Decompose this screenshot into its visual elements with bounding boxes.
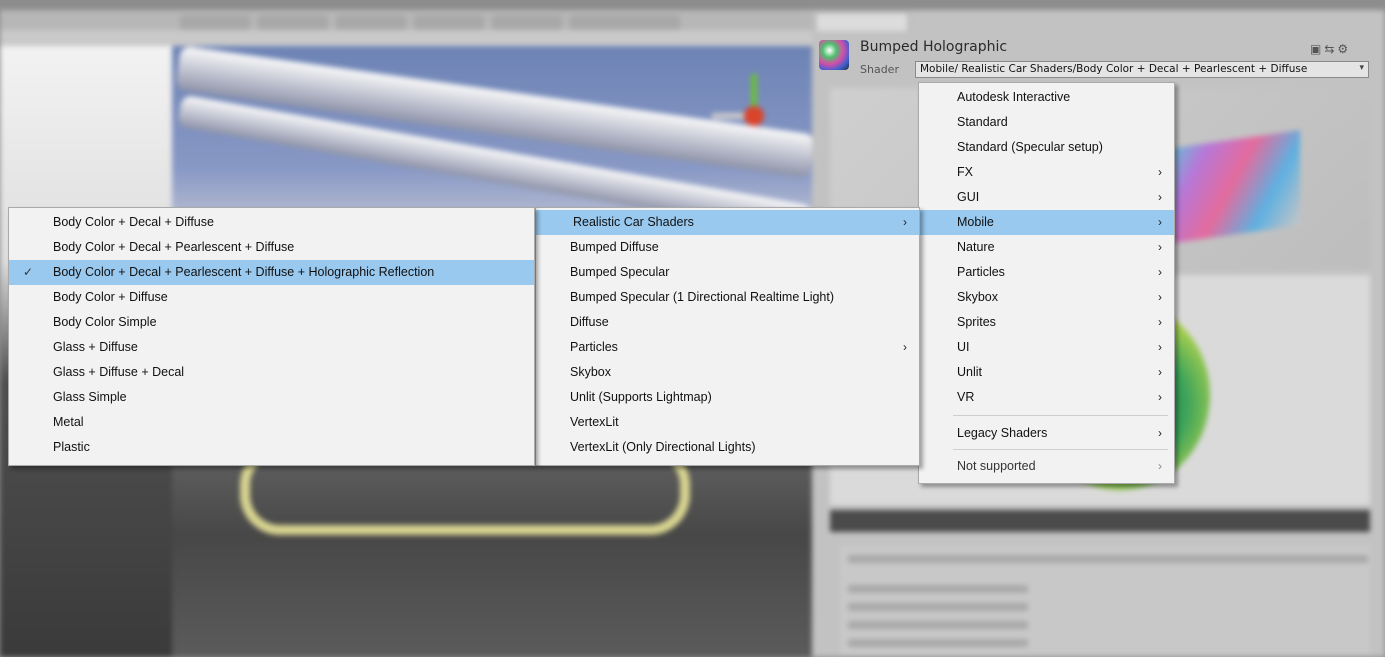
- shader-label: Shader: [860, 63, 899, 76]
- chevron-right-icon: ›: [1158, 165, 1162, 179]
- shader-dropdown[interactable]: Mobile/ Realistic Car Shaders/Body Color…: [915, 61, 1369, 78]
- chevron-down-icon: ▾: [1359, 63, 1364, 73]
- menu-item-standard-specular[interactable]: Standard (Specular setup): [919, 135, 1174, 160]
- chevron-right-icon: ›: [1158, 265, 1162, 279]
- shader-dropdown-value: Mobile/ Realistic Car Shaders/Body Color…: [920, 63, 1308, 75]
- menu-item-glass-simple[interactable]: Glass Simple: [9, 385, 534, 410]
- menu-item-not-supported[interactable]: Not supported ›: [919, 454, 1174, 479]
- menu-item-body-diffuse[interactable]: Body Color + Diffuse: [9, 285, 534, 310]
- scene-gizmo[interactable]: [744, 106, 764, 126]
- menu-item-nature[interactable]: Nature ›: [919, 235, 1174, 260]
- menu-item-legacy-shaders[interactable]: Legacy Shaders ›: [919, 421, 1174, 446]
- chevron-right-icon: ›: [1158, 215, 1162, 229]
- menu-item-plastic[interactable]: Plastic: [9, 435, 534, 460]
- material-properties: [840, 545, 1370, 655]
- chevron-right-icon: ›: [1158, 426, 1162, 440]
- menu-item-fx[interactable]: FX ›: [919, 160, 1174, 185]
- chevron-right-icon: ›: [1158, 315, 1162, 329]
- material-name: Bumped Holographic: [860, 39, 1008, 55]
- chevron-right-icon: ›: [1158, 340, 1162, 354]
- chevron-right-icon: ›: [1158, 459, 1162, 473]
- inspector-header-icons[interactable]: ▣⇆⚙: [1310, 42, 1351, 56]
- menu-item-body-decal-diffuse[interactable]: Body Color + Decal + Diffuse: [9, 210, 534, 235]
- chevron-right-icon: ›: [903, 215, 907, 229]
- preview-toolbar: [830, 510, 1370, 532]
- chevron-right-icon: ›: [1158, 190, 1162, 204]
- holographic-swatch: [1160, 130, 1300, 245]
- menu-item-bumped-specular-1dir[interactable]: Bumped Specular (1 Directional Realtime …: [536, 285, 919, 310]
- menu-item-skybox[interactable]: Skybox: [536, 360, 919, 385]
- menu-item-standard[interactable]: Standard: [919, 110, 1174, 135]
- preset-icon[interactable]: ⇆: [1324, 42, 1337, 56]
- menu-separator: [953, 449, 1168, 450]
- help-icon[interactable]: ▣: [1310, 42, 1324, 56]
- menu-separator: [953, 415, 1168, 416]
- chevron-right-icon: ›: [903, 340, 907, 354]
- material-icon: [819, 40, 849, 70]
- menu-item-mobile[interactable]: Mobile ›: [919, 210, 1174, 235]
- menu-item-gui[interactable]: GUI ›: [919, 185, 1174, 210]
- menu-item-body-decal-pearlescent-diffuse[interactable]: Body Color + Decal + Pearlescent + Diffu…: [9, 235, 534, 260]
- menu-item-body-simple[interactable]: Body Color Simple: [9, 310, 534, 335]
- menu-item-body-decal-pearlescent-holographic[interactable]: ✓ Body Color + Decal + Pearlescent + Diff…: [9, 260, 534, 285]
- menu-item-metal[interactable]: Metal: [9, 410, 534, 435]
- menu-item-vr[interactable]: VR ›: [919, 385, 1174, 410]
- chevron-right-icon: ›: [1158, 290, 1162, 304]
- menu-item-particles[interactable]: Particles ›: [919, 260, 1174, 285]
- menu-item-ui[interactable]: UI ›: [919, 335, 1174, 360]
- menu-item-vertexlit[interactable]: VertexLit: [536, 410, 919, 435]
- menu-item-glass-diffuse-decal[interactable]: Glass + Diffuse + Decal: [9, 360, 534, 385]
- scene-toolbar: [0, 30, 812, 46]
- shader-menu-root: Autodesk Interactive Standard Standard (…: [918, 82, 1175, 484]
- menu-item-vertexlit-directional[interactable]: VertexLit (Only Directional Lights): [536, 435, 919, 460]
- menu-item-glass-diffuse[interactable]: Glass + Diffuse: [9, 335, 534, 360]
- menu-item-bumped-diffuse[interactable]: Bumped Diffuse: [536, 235, 919, 260]
- menu-item-autodesk-interactive[interactable]: Autodesk Interactive: [919, 85, 1174, 110]
- menu-item-particles[interactable]: Particles ›: [536, 335, 919, 360]
- menu-item-diffuse[interactable]: Diffuse: [536, 310, 919, 335]
- check-icon: ✓: [23, 265, 34, 279]
- menu-item-unlit[interactable]: Unlit ›: [919, 360, 1174, 385]
- shader-menu-realistic-car: Body Color + Decal + Diffuse Body Color …: [8, 207, 535, 466]
- chevron-right-icon: ›: [1158, 365, 1162, 379]
- menu-item-skybox[interactable]: Skybox ›: [919, 285, 1174, 310]
- inspector-tab[interactable]: [815, 12, 909, 31]
- shader-menu-mobile: Realistic Car Shaders › Bumped Diffuse Bu…: [535, 207, 920, 466]
- menu-item-realistic-car-shaders[interactable]: Realistic Car Shaders ›: [536, 210, 919, 235]
- gear-icon[interactable]: ⚙: [1337, 42, 1351, 56]
- chevron-right-icon: ›: [1158, 390, 1162, 404]
- menu-item-bumped-specular[interactable]: Bumped Specular: [536, 260, 919, 285]
- menu-item-unlit-lightmap[interactable]: Unlit (Supports Lightmap): [536, 385, 919, 410]
- chevron-right-icon: ›: [1158, 240, 1162, 254]
- menu-item-sprites[interactable]: Sprites ›: [919, 310, 1174, 335]
